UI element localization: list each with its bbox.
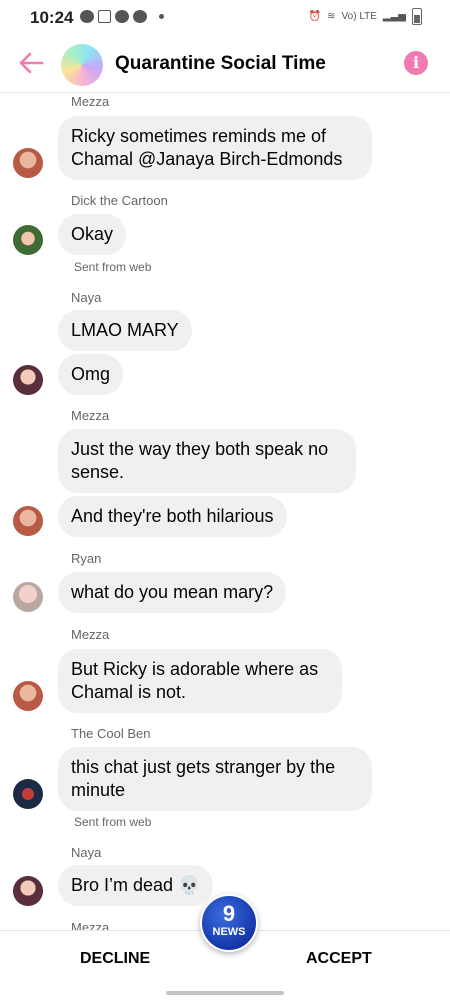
chat-notification-icon [133, 10, 147, 23]
decline-button[interactable]: DECLINE [80, 950, 150, 968]
home-indicator[interactable] [166, 991, 284, 995]
message-bubble[interactable]: Okay [58, 214, 127, 255]
chat-header: Quarantine Social Time i [0, 34, 450, 93]
app-notification-icon [80, 10, 94, 23]
sent-from-web-label: Sent from web [74, 815, 152, 829]
more-notifications-icon [159, 14, 164, 19]
sender-name: Dick the Cartoon [71, 193, 168, 208]
message-bubble[interactable]: what do you mean mary? [58, 572, 287, 613]
news-label: NEWS [212, 926, 246, 938]
status-bar: 10:24 ⏰ ≋ Vo) LTE ▂▃▅ [0, 0, 450, 34]
message-bubble[interactable]: But Ricky is adorable where as Chamal is… [58, 649, 342, 713]
battery-icon [412, 8, 422, 25]
sent-from-web-label: Sent from web [74, 260, 152, 274]
sender-name: Ryan [71, 551, 102, 566]
message-bubble[interactable]: And they're both hilarious [58, 496, 287, 537]
avatar-mezza[interactable] [13, 506, 43, 536]
message-bubble[interactable]: this chat just gets stranger by the minu… [58, 747, 372, 811]
sender-name: The Cool Ben [71, 726, 151, 741]
sender-name: Mezza [71, 627, 110, 642]
sender-name: Mezza [71, 94, 110, 109]
system-icons: ⏰ ≋ Vo) LTE ▂▃▅ [309, 8, 422, 25]
avatar-naya[interactable] [13, 876, 43, 906]
alarm-icon: ⏰ [308, 11, 322, 22]
wifi-icon: ≋ [327, 11, 336, 22]
news-chat-head-icon[interactable]: 9 NEWS [200, 894, 258, 952]
status-time: 10:24 [30, 8, 74, 27]
sender-name: Naya [71, 290, 102, 305]
message-bubble[interactable]: Omg [58, 354, 124, 395]
avatar-dick[interactable] [13, 225, 43, 255]
sender-name: Naya [71, 845, 102, 860]
message-bubble[interactable]: Ricky sometimes reminds me of Chamal @Ja… [58, 116, 372, 180]
info-icon[interactable]: i [404, 51, 428, 75]
chat-title[interactable]: Quarantine Social Time [115, 53, 326, 75]
avatar-mezza[interactable] [13, 148, 43, 178]
group-avatar[interactable] [61, 44, 103, 86]
avatar-ryan[interactable] [13, 582, 43, 612]
news-notification-icon [98, 10, 111, 23]
accept-button[interactable]: ACCEPT [306, 950, 372, 968]
message-bubble[interactable]: LMAO MARY [58, 310, 192, 351]
signal-icon: ▂▃▅ [382, 11, 406, 22]
message-bubble[interactable]: Bro I’m dead 💀 [58, 865, 214, 906]
sender-name: Mezza [71, 408, 110, 423]
avatar-mezza[interactable] [13, 681, 43, 711]
message-bubble[interactable]: Just the way they both speak no sense. [58, 429, 356, 493]
messenger-notification-icon [115, 10, 129, 23]
avatar-naya[interactable] [13, 365, 43, 395]
news-number: 9 [222, 901, 236, 926]
network-label: Vo) LTE [341, 11, 377, 22]
avatar-the-cool-ben[interactable] [13, 779, 43, 809]
back-arrow-icon[interactable] [16, 48, 46, 78]
notification-icons [80, 10, 164, 23]
